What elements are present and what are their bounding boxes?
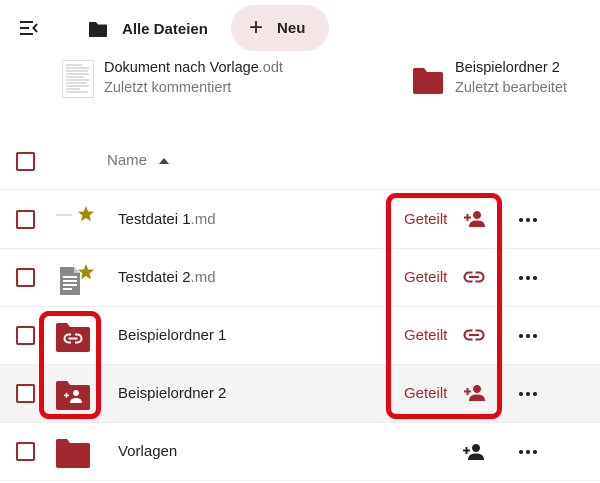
link-icon xyxy=(463,271,485,283)
share-status-label: Geteilt xyxy=(404,268,448,286)
row-checkbox[interactable] xyxy=(16,268,35,287)
sort-by-name-button[interactable]: Name xyxy=(107,152,170,169)
recent-folder-status: Zuletzt bearbeitet xyxy=(455,80,568,96)
new-button[interactable]: + Neu xyxy=(231,5,329,51)
favorite-star-icon xyxy=(78,206,94,222)
share-button[interactable]: Geteilt xyxy=(404,209,486,229)
link-icon xyxy=(463,329,485,341)
share-status-label: Geteilt xyxy=(404,210,448,228)
share-status-label: Geteilt xyxy=(404,326,448,344)
recent-folder-name: Beispielordner 2 xyxy=(455,60,560,76)
more-options-icon[interactable] xyxy=(517,209,539,231)
recent-file-name: Dokument nach Vorlage.odt xyxy=(104,60,283,76)
breadcrumb-label: Alle Dateien xyxy=(122,20,208,38)
row-checkbox[interactable] xyxy=(16,442,35,461)
breadcrumb[interactable]: Alle Dateien xyxy=(88,14,208,44)
share-button[interactable]: Geteilt xyxy=(404,267,485,287)
folder-icon xyxy=(89,21,107,37)
sort-ascending-icon xyxy=(159,157,170,164)
file-row[interactable]: Testdatei 2.md Geteilt xyxy=(0,249,600,307)
more-options-icon[interactable] xyxy=(517,441,539,463)
file-name: Testdatei 1.md xyxy=(118,211,216,228)
document-thumbnail-icon xyxy=(62,60,94,98)
recent-folder-card[interactable]: Beispielordner 2 Zuletzt bearbeitet xyxy=(413,60,567,104)
file-list-header: Name xyxy=(0,132,600,190)
folder-icon xyxy=(56,439,90,468)
folder-icon xyxy=(413,68,443,94)
folder-row[interactable]: Beispielordner 1 Geteilt xyxy=(0,307,600,365)
folder-row[interactable]: Beispielordner 2 Geteilt xyxy=(0,365,600,423)
folder-row[interactable]: Vorlagen xyxy=(0,423,600,481)
column-name-label: Name xyxy=(107,152,148,169)
file-row[interactable]: Testdatei 1.md Geteilt xyxy=(0,191,600,249)
share-button[interactable]: Geteilt xyxy=(404,325,485,345)
text-file-icon xyxy=(60,264,94,295)
more-options-icon[interactable] xyxy=(517,383,539,405)
new-button-label: Neu xyxy=(277,19,306,37)
recent-file-card[interactable]: Dokument nach Vorlage.odt Zuletzt kommen… xyxy=(62,60,283,104)
add-user-icon[interactable] xyxy=(462,441,484,463)
top-bar: Alle Dateien + Neu xyxy=(0,0,600,58)
file-loading-icon xyxy=(56,206,94,222)
folder-name: Beispielordner 2 xyxy=(118,385,227,402)
favorite-star-icon xyxy=(78,264,94,280)
row-checkbox[interactable] xyxy=(16,384,35,403)
file-name: Testdatei 2.md xyxy=(118,269,216,286)
folder-link-icon xyxy=(56,323,90,352)
row-checkbox[interactable] xyxy=(16,326,35,345)
folder-name: Vorlagen xyxy=(118,443,178,460)
more-options-icon[interactable] xyxy=(517,325,539,347)
navigation-toggle-icon[interactable] xyxy=(19,19,39,37)
share-status-label: Geteilt xyxy=(404,384,448,402)
row-checkbox[interactable] xyxy=(16,210,35,229)
recent-file-status: Zuletzt kommentiert xyxy=(104,80,232,96)
folder-name: Beispielordner 1 xyxy=(118,327,227,344)
share-button[interactable]: Geteilt xyxy=(404,383,486,403)
add-user-icon xyxy=(464,211,486,227)
plus-icon: + xyxy=(249,14,264,41)
folder-shared-icon xyxy=(56,381,90,410)
select-all-checkbox[interactable] xyxy=(16,152,35,171)
add-user-icon xyxy=(464,385,486,401)
more-options-icon[interactable] xyxy=(517,267,539,289)
